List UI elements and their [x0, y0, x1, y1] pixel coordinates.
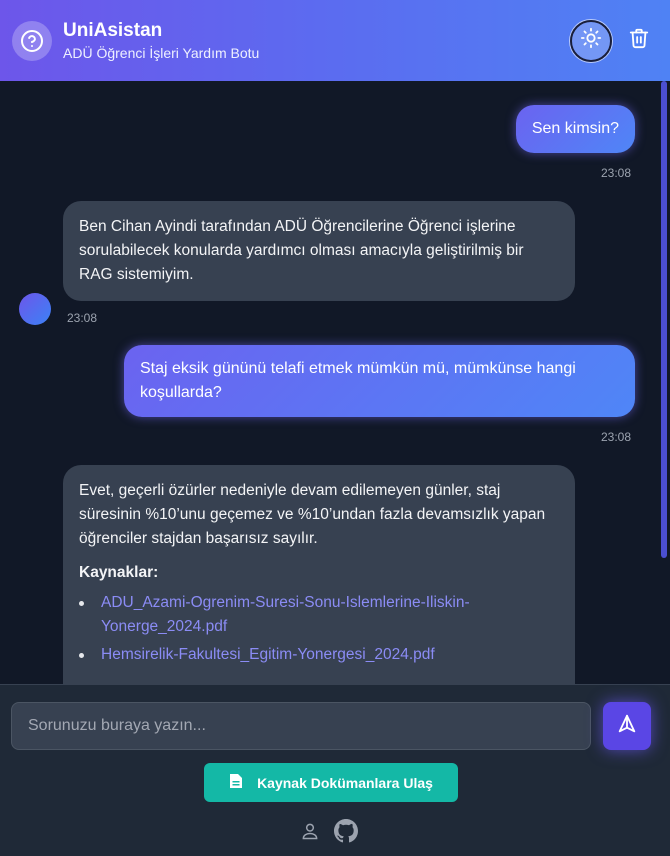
question-input[interactable]	[11, 702, 591, 750]
bot-message: Ben Cihan Ayindi tarafından ADÜ Öğrencil…	[63, 201, 575, 301]
app-header: UniAsistan ADÜ Öğrenci İşleri Yardım Bot…	[0, 0, 670, 81]
composer-area: Kaynak Dokümanlara Ulaş	[0, 684, 670, 856]
source-link[interactable]: ADU_Azami-Ogrenim-Suresi-Sonu-Islemlerin…	[79, 591, 559, 639]
document-icon	[229, 773, 243, 792]
sun-icon	[580, 27, 602, 54]
send-button[interactable]	[603, 702, 651, 750]
user-message: Staj eksik gününü telafi etmek mümkün mü…	[124, 345, 635, 417]
sources-list: ADU_Azami-Ogrenim-Suresi-Sonu-Islemlerin…	[79, 591, 559, 667]
send-icon	[616, 713, 638, 740]
app-subtitle: ADÜ Öğrenci İşleri Yardım Botu	[63, 45, 260, 61]
trash-icon	[628, 27, 650, 54]
header-titles: UniAsistan ADÜ Öğrenci İşleri Yardım Bot…	[63, 20, 259, 61]
user-message: Sen kimsin?	[515, 105, 635, 153]
message-time: 23:08	[600, 430, 631, 444]
header-actions	[570, 19, 658, 62]
question-circle-icon	[12, 20, 52, 61]
bot-avatar	[19, 293, 51, 325]
message-text: Evet, geçerli özürler nedeniyle devam ed…	[79, 482, 546, 547]
message-text: Ben Cihan Ayindi tarafından ADÜ Öğrencil…	[79, 218, 524, 283]
clear-chat-button[interactable]	[620, 22, 658, 60]
chat-scrollbar[interactable]	[661, 81, 667, 558]
message-time: 23:08	[67, 311, 98, 325]
source-documents-button[interactable]: Kaynak Dokümanlara Ulaş	[204, 763, 458, 802]
message-time: 23:08	[600, 166, 631, 180]
user-icon[interactable]	[300, 820, 320, 847]
source-link[interactable]: Hemsirelik-Fakultesi_Egitim-Yonergesi_20…	[79, 643, 559, 667]
footer-links	[300, 819, 358, 848]
chat-messages[interactable]: Sen kimsin? 23:08 Ben Cihan Ayindi taraf…	[0, 81, 670, 684]
github-icon[interactable]	[334, 819, 358, 848]
theme-toggle-button[interactable]	[570, 19, 612, 62]
message-text: Staj eksik gününü telafi etmek mümkün mü…	[140, 360, 576, 401]
sources-label: Kaynaklar:	[79, 564, 159, 581]
source-documents-label: Kaynak Dokümanlara Ulaş	[257, 774, 433, 791]
bot-message: Evet, geçerli özürler nedeniyle devam ed…	[63, 465, 575, 684]
app-title: UniAsistan	[63, 20, 163, 41]
message-text: Sen kimsin?	[531, 120, 619, 137]
